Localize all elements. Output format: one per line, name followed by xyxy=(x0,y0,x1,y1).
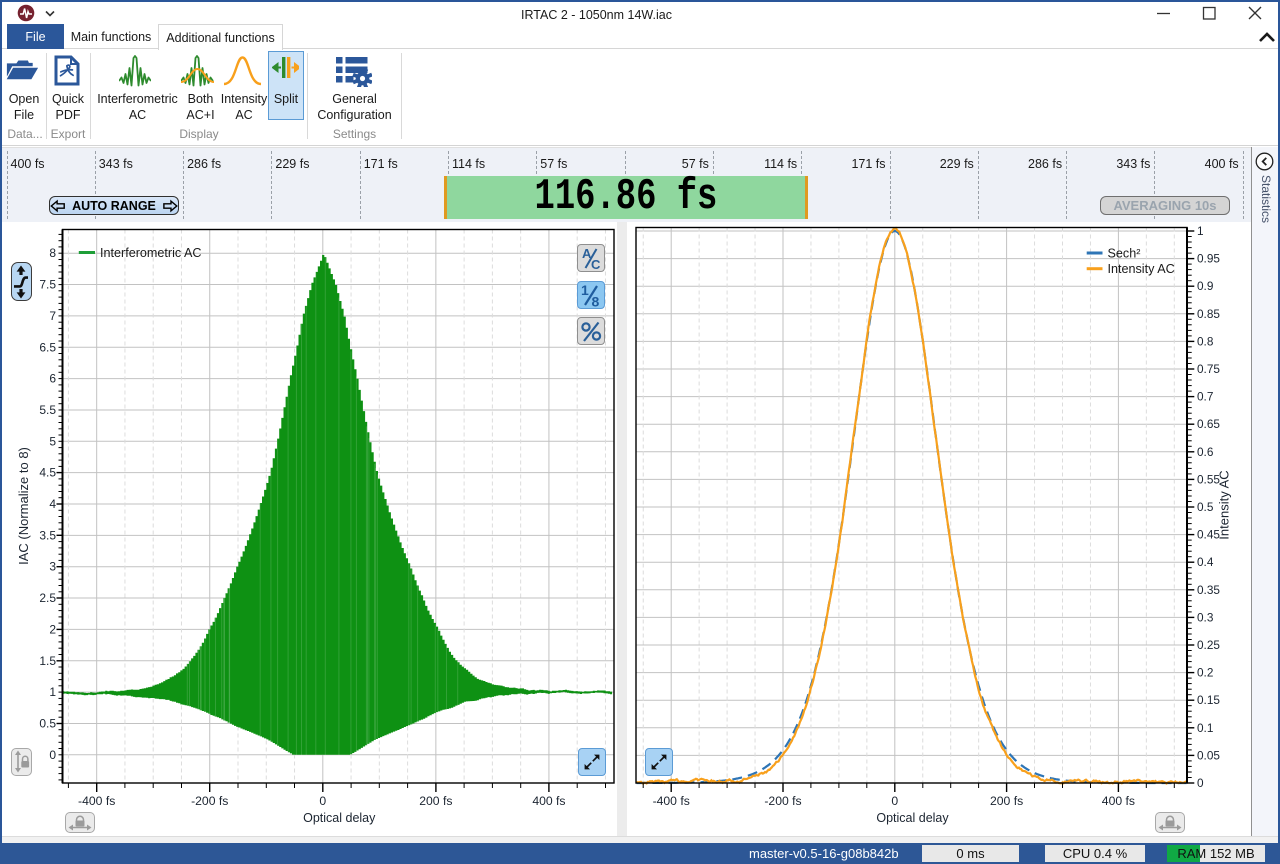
svg-text:6.5: 6.5 xyxy=(39,340,56,354)
svg-text:0: 0 xyxy=(49,748,56,762)
svg-text:0: 0 xyxy=(319,794,326,808)
svg-text:3: 3 xyxy=(49,560,56,574)
svg-text:4.5: 4.5 xyxy=(39,466,56,480)
svg-text:6: 6 xyxy=(49,372,56,386)
svg-text:400 fs: 400 fs xyxy=(1102,794,1135,808)
svg-text:0.2: 0.2 xyxy=(1197,666,1213,680)
svg-text:0.1: 0.1 xyxy=(1197,721,1213,735)
svg-text:0.05: 0.05 xyxy=(1197,748,1220,762)
svg-text:-200 fs: -200 fs xyxy=(764,794,801,808)
svg-text:0.3: 0.3 xyxy=(1197,610,1214,624)
svg-text:7: 7 xyxy=(49,309,56,323)
svg-text:0.5: 0.5 xyxy=(1197,500,1214,514)
svg-text:0.65: 0.65 xyxy=(1197,417,1220,431)
svg-text:4: 4 xyxy=(49,497,56,511)
svg-text:8: 8 xyxy=(49,246,56,260)
svg-text:0.85: 0.85 xyxy=(1197,307,1220,321)
svg-text:400 fs: 400 fs xyxy=(532,794,565,808)
svg-text:0.8: 0.8 xyxy=(1197,334,1214,348)
svg-text:0.9: 0.9 xyxy=(1197,279,1213,293)
svg-text:1: 1 xyxy=(1197,224,1204,238)
svg-text:1.5: 1.5 xyxy=(39,654,56,668)
svg-text:Interferometric AC: Interferometric AC xyxy=(100,246,201,260)
svg-text:8: 8 xyxy=(592,293,600,308)
svg-text:-400 fs: -400 fs xyxy=(78,794,115,808)
svg-text:-400 fs: -400 fs xyxy=(653,794,690,808)
svg-text:2.5: 2.5 xyxy=(39,591,56,605)
svg-text:0.75: 0.75 xyxy=(1197,362,1220,376)
svg-text:0.25: 0.25 xyxy=(1197,638,1220,652)
svg-text:3.5: 3.5 xyxy=(39,528,56,542)
svg-text:Optical delay: Optical delay xyxy=(876,811,949,825)
svg-text:1: 1 xyxy=(49,685,56,699)
svg-text:Sech²: Sech² xyxy=(1108,247,1141,261)
svg-text:0.6: 0.6 xyxy=(1197,445,1214,459)
svg-text:0.7: 0.7 xyxy=(1197,390,1213,404)
svg-text:IAC (Normalize to 8): IAC (Normalize to 8) xyxy=(16,447,31,565)
svg-text:200 fs: 200 fs xyxy=(990,794,1023,808)
svg-text:2: 2 xyxy=(49,622,56,636)
svg-text:1: 1 xyxy=(581,282,589,298)
svg-text:0: 0 xyxy=(891,794,898,808)
svg-text:0.5: 0.5 xyxy=(39,716,56,730)
svg-text:0.35: 0.35 xyxy=(1197,583,1220,597)
svg-text:0.95: 0.95 xyxy=(1197,252,1220,266)
svg-text:7.5: 7.5 xyxy=(39,278,56,292)
svg-text:Optical delay: Optical delay xyxy=(303,811,376,825)
svg-text:0: 0 xyxy=(1197,776,1204,790)
svg-text:C: C xyxy=(591,257,601,271)
svg-text:Intensity AC: Intensity AC xyxy=(1217,470,1232,539)
svg-text:-200 fs: -200 fs xyxy=(191,794,228,808)
svg-text:5: 5 xyxy=(49,434,56,448)
svg-text:200 fs: 200 fs xyxy=(419,794,452,808)
svg-text:Intensity AC: Intensity AC xyxy=(1108,262,1175,276)
svg-text:0.15: 0.15 xyxy=(1197,693,1220,707)
svg-text:0.4: 0.4 xyxy=(1197,555,1214,569)
svg-text:5.5: 5.5 xyxy=(39,403,56,417)
